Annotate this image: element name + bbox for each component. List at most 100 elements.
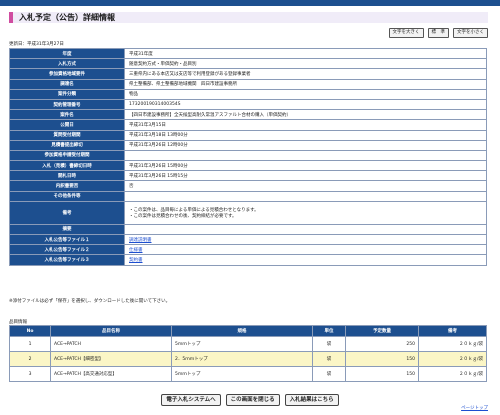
detail-label: 案件名	[9, 109, 125, 121]
item-note: ２０ｋｇ/袋	[418, 351, 487, 367]
detail-value	[124, 149, 487, 162]
detail-row: 参加資格地域要件 三重県内にある本店又は支店等で利用登録がある登録事業者	[9, 68, 487, 80]
detail-row: 入札公告等ファイル２ 仕様書	[9, 244, 487, 256]
detail-value: 17320019031400354S	[124, 98, 487, 111]
detail-row: 入札方式 随意契約方式・単価契約・品目別	[9, 58, 487, 70]
detail-label: 公開日	[9, 119, 125, 131]
item-unit: 袋	[312, 366, 346, 382]
detail-label: 内訳書要否	[9, 180, 125, 192]
detail-row: 入札（見積）書締切日時 平成31年3月26日 15時00分	[9, 160, 487, 172]
col-unit: 単位	[312, 325, 346, 337]
detail-table: 年度 平成31年度 入札方式 随意契約方式・単価契約・品目別 参加資格地域要件 三重県内に…	[9, 47, 487, 266]
attachment-link[interactable]: 仕様書	[129, 248, 143, 253]
detail-row: その他条件等	[9, 190, 487, 202]
detail-row: 備考 ・この案件は、品目毎による単価による見積合わせとなります。 ・この案件は見積…	[9, 200, 487, 225]
page-title: 入札予定（公告）詳細情報	[9, 12, 488, 23]
detail-value: 平成31年3月26日 15時00分	[124, 160, 487, 172]
item-no: 3	[9, 366, 51, 382]
detail-row: 見積書提出締切 平成31年3月26日 12時00分	[9, 139, 487, 151]
detail-row: 公開日 平成31年3月15日	[9, 119, 487, 131]
font-standard-button[interactable]: 標 準	[427, 28, 449, 38]
item-name: ACE→PATCH【高交通対応型】	[50, 366, 172, 382]
bid-results-button[interactable]: 入札結果はこちら	[284, 394, 339, 406]
close-window-button[interactable]: この画面を閉じる	[225, 394, 280, 406]
detail-value: 三重県内にある本店又は支店等で利用登録がある登録事業者	[124, 68, 487, 80]
item-qty: 150	[345, 366, 419, 382]
item-qty: 250	[345, 336, 419, 352]
detail-label: 入札（見積）書締切日時	[9, 160, 125, 172]
detail-row: 案件名 【四日市建設事務所】全天候型高耐久常温アスファルト合材の購入（単価契約）	[9, 109, 487, 121]
item-row: 1 ACE→PATCH 5ｍｍトップ袋 250 ２０ｋｇ/袋	[9, 336, 487, 352]
detail-row: 年度 平成31年度	[9, 47, 487, 60]
items-table: No 品目名称 規格 単位 予定数量 備考 1 ACE→PATCH 5ｍｍトップ袋 2…	[9, 325, 487, 382]
detail-row: 内訳書要否否	[9, 180, 487, 192]
detail-value: 物品	[124, 88, 487, 100]
detail-value: 【四日市建設事務所】全天候型高耐久常温アスファルト合材の購入（単価契約）	[124, 109, 487, 121]
detail-label: 備考	[9, 200, 125, 225]
detail-value: ・この案件は、品目毎による単価による見積合わせとなります。 ・この案件は見積合わ…	[124, 200, 487, 225]
detail-label: その他条件等	[9, 190, 125, 202]
detail-label: 参加資格地域要件	[9, 68, 125, 80]
bottom-buttons: 電子入札システムへ この画面を閉じる 入札結果はこちら	[0, 394, 500, 406]
item-spec: 5ｍｍトップ	[171, 336, 313, 352]
detail-value: 平成31年3月15日	[124, 119, 487, 131]
attachment-link[interactable]: 契約書	[129, 258, 143, 263]
detail-value: 契約書	[124, 254, 487, 266]
item-spec: 2．5ｍｍトップ	[171, 351, 313, 367]
detail-label: 入札公告等ファイル１	[9, 233, 125, 246]
detail-value: 平成31年3月26日 12時00分	[124, 139, 487, 151]
detail-value: 平成31年度	[124, 47, 487, 60]
updated-date: 更新日：平成31年3月27日	[9, 42, 64, 47]
detail-label: 見積書提出締切	[9, 139, 125, 151]
item-spec: 5ｍｍトップ	[171, 366, 313, 382]
detail-label: 年度	[9, 47, 125, 60]
item-qty: 150	[345, 351, 419, 367]
item-row: 3 ACE→PATCH【高交通対応型】 5ｍｍトップ袋 150 ２０ｋｇ/袋	[9, 366, 487, 382]
item-unit: 袋	[312, 336, 346, 352]
detail-row: 案件分類 物品	[9, 88, 487, 100]
detail-label: 開札日時	[9, 170, 125, 182]
detail-value: 調達説明書	[124, 233, 487, 246]
detail-value: 平成31年3月18日 13時00分	[124, 129, 487, 141]
detail-label: 調達名	[9, 78, 125, 90]
e-bidding-system-button[interactable]: 電子入札システムへ	[161, 394, 221, 406]
col-note: 備考	[418, 325, 487, 337]
detail-value	[124, 223, 487, 236]
col-qty: 予定数量	[345, 325, 419, 337]
item-row: 2 ACE→PATCH【細密型】 2．5ｍｍトップ袋 150 ２０ｋｇ/袋	[9, 351, 487, 367]
col-spec: 規格	[171, 325, 313, 337]
font-size-controls: 文字を大きく 標 準 文字を小さく	[388, 28, 488, 38]
detail-value: 平成31年3月26日 15時15分	[124, 170, 487, 182]
detail-value: 県土整備部、県土整備部地域機関 四日市建設事務所	[124, 78, 487, 90]
detail-row: 入札公告等ファイル１ 調達説明書	[9, 233, 487, 246]
font-larger-button[interactable]: 文字を大きく	[388, 28, 424, 38]
detail-value: 否	[124, 180, 487, 192]
item-unit: 袋	[312, 351, 346, 367]
item-no: 1	[9, 336, 51, 352]
detail-row: 参加資格申請受付期間	[9, 149, 487, 162]
detail-row: 入札公告等ファイル３ 契約書	[9, 254, 487, 266]
back-to-top-link[interactable]: ページトップ	[461, 405, 488, 411]
detail-label: 契約管理番号	[9, 98, 125, 111]
detail-label: 摘要	[9, 223, 125, 236]
detail-value: 随意契約方式・単価契約・品目別	[124, 58, 487, 70]
item-note: ２０ｋｇ/袋	[418, 336, 487, 352]
item-name: ACE→PATCH	[50, 336, 172, 352]
col-no: No	[9, 325, 51, 337]
item-name: ACE→PATCH【細密型】	[50, 351, 172, 367]
detail-label: 入札公告等ファイル２	[9, 244, 125, 256]
detail-value	[124, 190, 487, 202]
item-no: 2	[9, 351, 51, 367]
font-smaller-button[interactable]: 文字を小さく	[453, 28, 488, 38]
detail-row: 摘要	[9, 223, 487, 236]
detail-row: 開札日時 平成31年3月26日 15時15分	[9, 170, 487, 182]
header-band	[0, 0, 500, 6]
detail-label: 案件分類	[9, 88, 125, 100]
detail-row: 質問受付期間 平成31年3月18日 13時00分	[9, 129, 487, 141]
detail-row: 調達名 県土整備部、県土整備部地域機関 四日市建設事務所	[9, 78, 487, 90]
detail-value: 仕様書	[124, 244, 487, 256]
detail-label: 入札方式	[9, 58, 125, 70]
detail-label: 入札公告等ファイル３	[9, 254, 125, 266]
attachment-link[interactable]: 調達説明書	[129, 238, 152, 243]
detail-row: 契約管理番号 17320019031400354S	[9, 98, 487, 111]
